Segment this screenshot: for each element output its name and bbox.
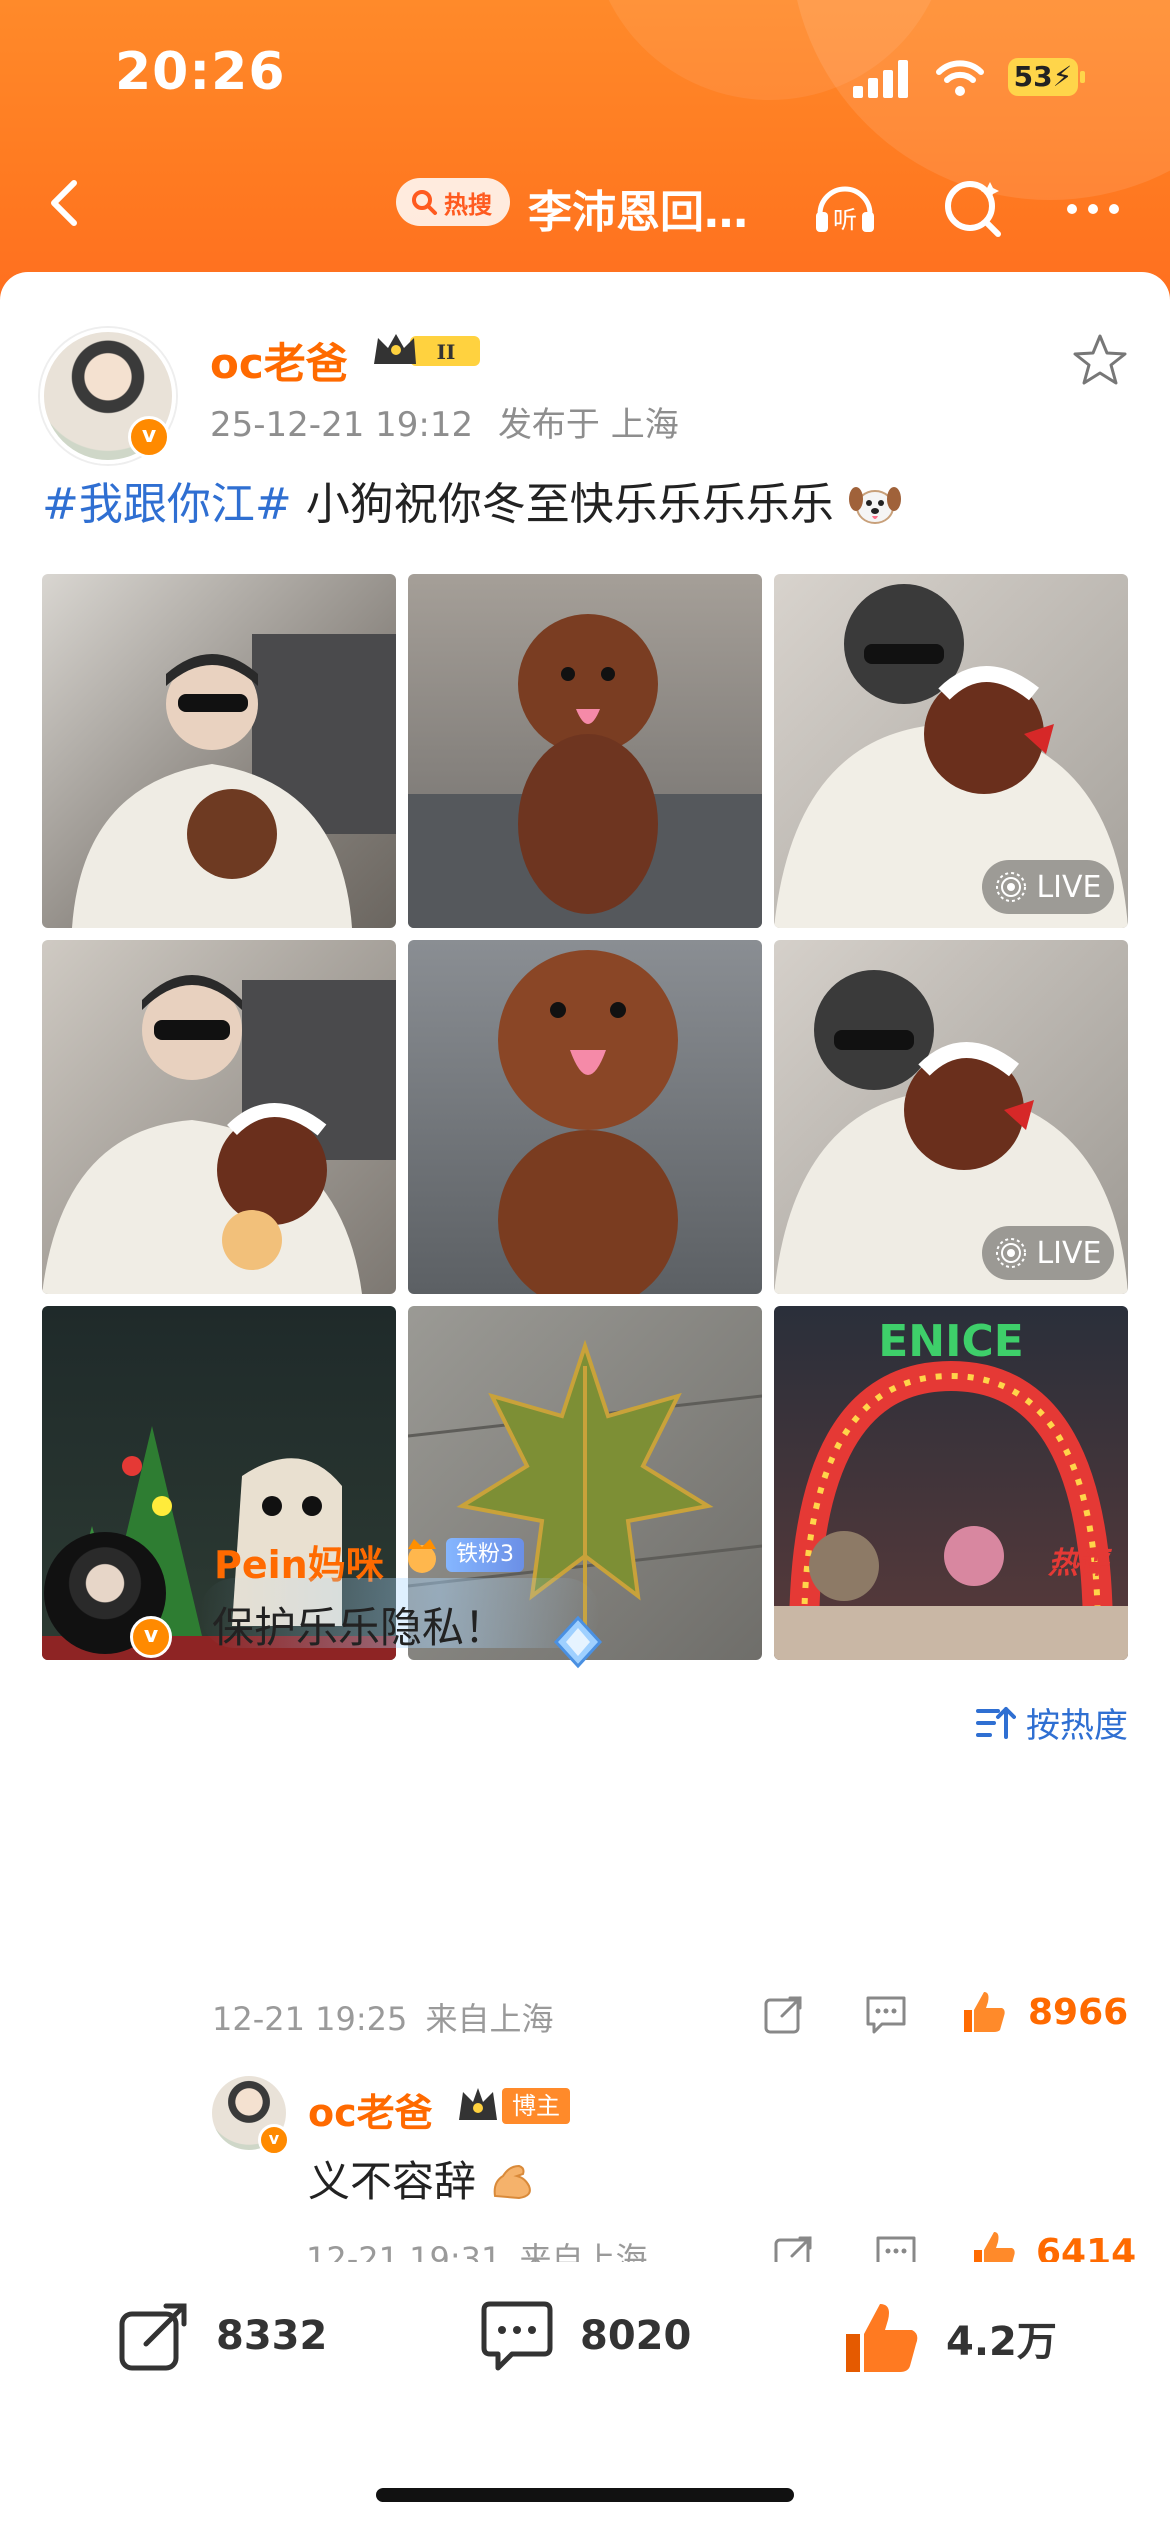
comment-icon[interactable] bbox=[862, 1990, 910, 2038]
battery-level: 53 bbox=[1013, 60, 1053, 93]
like-icon bbox=[846, 2304, 918, 2372]
search-icon bbox=[412, 190, 437, 215]
photo-christmas-arch: ENICE bbox=[774, 1316, 1128, 1660]
live-photo-icon bbox=[996, 872, 1027, 902]
comment-meta: 12-21 19:25 来自上海 bbox=[212, 1994, 554, 2040]
back-icon[interactable] bbox=[38, 175, 94, 231]
like-icon[interactable] bbox=[960, 1988, 1008, 2036]
photo-man-puppy-antlers bbox=[42, 975, 396, 1294]
hashtag-link[interactable]: #我跟你江# bbox=[42, 479, 292, 530]
blogger-badge: 博主 bbox=[502, 2088, 570, 2124]
comment-text: 保护乐乐隐私！ bbox=[212, 1603, 507, 1652]
comment-location: 来自上海 bbox=[425, 2000, 554, 2038]
like-count: 4.2万 bbox=[946, 2319, 1057, 2365]
photo-tile[interactable]: LIVE bbox=[774, 574, 1128, 928]
photo-tile[interactable] bbox=[408, 574, 762, 928]
reply-crown-icon bbox=[459, 2088, 497, 2120]
wifi-icon bbox=[936, 60, 984, 96]
comment-action[interactable]: 8020 bbox=[478, 2300, 691, 2372]
photo-puppy-closeup bbox=[498, 950, 678, 1294]
fan-badge-label: 铁粉3 bbox=[446, 1538, 524, 1572]
dog-emoji-icon bbox=[848, 487, 901, 524]
photo-grid: LIVE LIVE ENICE bbox=[42, 574, 1128, 1660]
photo-tile[interactable] bbox=[42, 574, 396, 928]
photo-man-puppy bbox=[72, 634, 396, 928]
reply-body: 义不容辞 bbox=[308, 2157, 477, 2206]
comment-count: 8020 bbox=[580, 2313, 692, 2359]
svg-text:ENICE: ENICE bbox=[878, 1316, 1024, 1367]
favorite-star-icon[interactable] bbox=[1070, 330, 1130, 390]
photo-tile[interactable]: ENICE bbox=[774, 1306, 1128, 1660]
search-icon[interactable] bbox=[938, 172, 1008, 242]
home-indicator bbox=[376, 2488, 794, 2502]
live-label: LIVE bbox=[1036, 1235, 1102, 1271]
repost-count: 8332 bbox=[216, 2313, 328, 2359]
post-time: 25-12-21 19:12 bbox=[210, 405, 474, 445]
repost-icon bbox=[119, 2303, 187, 2371]
listen-label: 听 bbox=[833, 206, 857, 234]
post-meta: 25-12-21 19:12 发布于 上海 bbox=[210, 397, 679, 446]
verified-badge: v bbox=[130, 1616, 172, 1658]
reply-author-name[interactable]: oc老爸 bbox=[308, 2082, 433, 2137]
photo-tile[interactable] bbox=[408, 940, 762, 1294]
sort-by-hot[interactable]: 按热度 bbox=[976, 1698, 1128, 1747]
more-icon[interactable] bbox=[1058, 172, 1128, 242]
live-photo-icon bbox=[996, 1238, 1027, 1268]
photo-tile[interactable] bbox=[42, 940, 396, 1294]
listen-icon[interactable]: 听 bbox=[810, 172, 880, 242]
post-body: 小狗祝你冬至快乐乐乐乐乐 bbox=[291, 479, 834, 530]
comment-like-count: 8966 bbox=[1028, 1992, 1129, 2033]
photo-puppy-sofa bbox=[408, 614, 762, 928]
live-badge[interactable]: LIVE bbox=[982, 1226, 1114, 1280]
hot-comment-tag: 热评 bbox=[1048, 1546, 1108, 1581]
verified-badge: v bbox=[128, 416, 170, 458]
status-bar: 20:26 53⚡ bbox=[0, 0, 1170, 150]
status-time: 20:26 bbox=[115, 42, 286, 102]
muscle-emoji-icon bbox=[494, 2164, 532, 2200]
crown-level: II bbox=[437, 340, 456, 364]
diamond-icon bbox=[553, 1615, 603, 1669]
signal-icon bbox=[853, 58, 911, 98]
repost-action[interactable]: 8332 bbox=[116, 2300, 327, 2372]
live-label: LIVE bbox=[1036, 869, 1102, 905]
post-card: v oc老爸 II 25-12-21 19:12 发布于 上海 #我跟你江# 小… bbox=[0, 272, 1170, 2532]
like-action[interactable]: 4.2万 bbox=[842, 2300, 1057, 2376]
live-badge[interactable]: LIVE bbox=[982, 860, 1114, 914]
post-text: #我跟你江# 小狗祝你冬至快乐乐乐乐乐 bbox=[42, 468, 902, 532]
fan-crown-icon bbox=[408, 1539, 436, 1573]
verified-badge: v bbox=[258, 2124, 290, 2156]
comment-icon bbox=[481, 2301, 553, 2371]
author-name[interactable]: oc老爸 bbox=[210, 330, 348, 391]
share-icon[interactable] bbox=[760, 1990, 808, 2038]
sort-icon bbox=[976, 1706, 1016, 1739]
fan-badge: 铁粉3 bbox=[400, 1535, 524, 1575]
nav-bar: 热搜 李沛恩回… 听 bbox=[0, 150, 1170, 260]
reply-text: 义不容辞 bbox=[308, 2148, 539, 2209]
photo-tile[interactable]: LIVE bbox=[774, 940, 1128, 1294]
comment-time: 12-21 19:25 bbox=[212, 2000, 408, 2038]
hot-search-title[interactable]: 李沛恩回… bbox=[528, 176, 748, 240]
sort-label: 按热度 bbox=[1026, 1706, 1128, 1746]
hot-search-pill[interactable]: 热搜 bbox=[396, 178, 510, 226]
header: 20:26 53⚡ 热搜 李沛恩回… 听 bbox=[0, 0, 1170, 300]
post-location: 发布于 上海 bbox=[497, 405, 679, 445]
crown-badge-icon: II bbox=[374, 334, 480, 366]
battery-icon: 53⚡ bbox=[1008, 58, 1085, 96]
hot-search-label: 热搜 bbox=[444, 190, 492, 219]
